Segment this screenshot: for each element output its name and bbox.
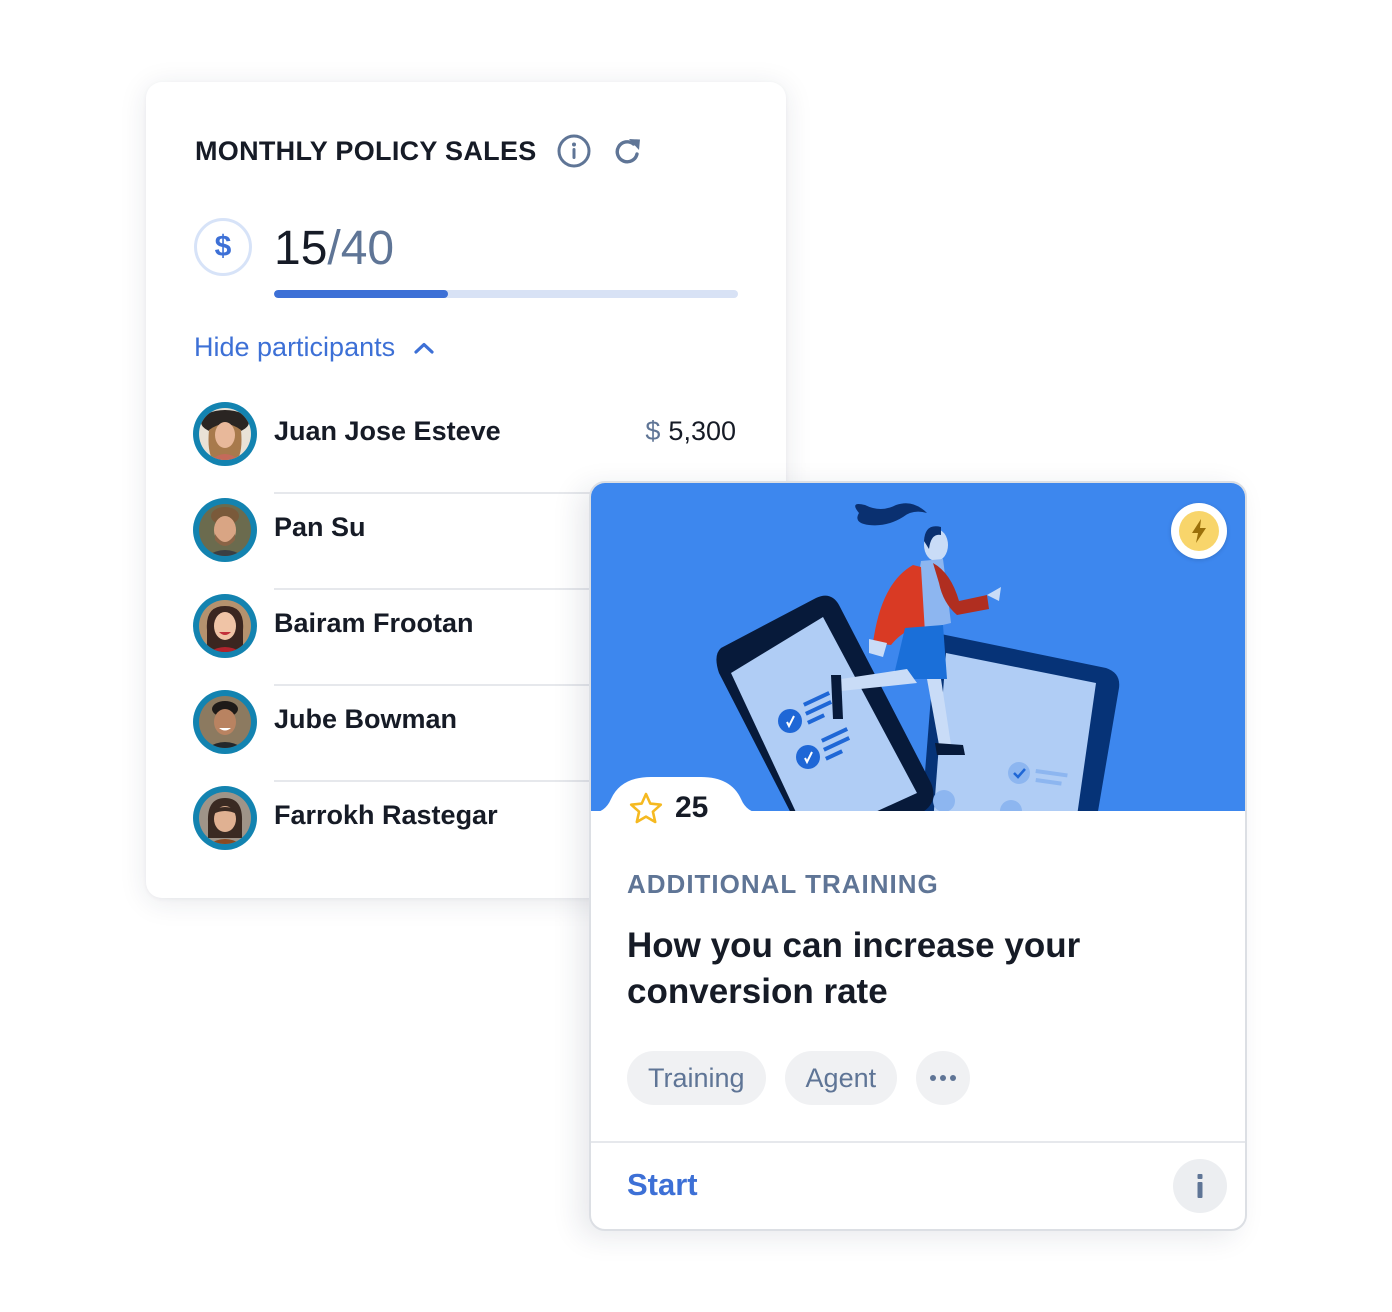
- progress-current: 15: [274, 222, 328, 275]
- progress-separator: /: [327, 222, 341, 275]
- tag-training[interactable]: Training: [627, 1051, 766, 1105]
- progress-bar: [274, 290, 738, 298]
- progress-bar-fill: [274, 290, 448, 298]
- info-icon: [1197, 1174, 1203, 1198]
- chevron-up-icon: [414, 342, 434, 354]
- participant-name: Farrokh Rastegar: [274, 800, 498, 830]
- avatar: [193, 498, 257, 562]
- participant-name: Bairam Frootan: [274, 608, 474, 638]
- dollar-symbol: $: [214, 230, 232, 263]
- training-headline: How you can increase your conversion rat…: [627, 926, 1081, 1011]
- info-circle-icon[interactable]: [557, 134, 591, 168]
- amount-currency: $: [645, 416, 661, 446]
- hero-illustration: [591, 483, 1245, 823]
- participant-amount: $5,300: [645, 416, 736, 447]
- avatar: [193, 594, 257, 658]
- hide-participants-toggle[interactable]: Hide participants: [194, 332, 435, 363]
- avatar: [193, 402, 257, 466]
- participant-name: Juan Jose Esteve: [274, 416, 501, 446]
- info-button[interactable]: [1173, 1159, 1227, 1213]
- tag-list: Training Agent: [627, 1051, 989, 1105]
- participant-row[interactable]: Juan Jose Esteve $5,300: [193, 398, 739, 494]
- avatar: [193, 786, 257, 850]
- star-icon: [629, 792, 663, 824]
- participant-name: Jube Bowman: [274, 704, 458, 734]
- points-value: 25: [675, 791, 709, 824]
- more-horizontal-icon: [930, 1075, 957, 1081]
- category-label: ADDITIONAL TRAINING: [627, 869, 939, 899]
- progress-value: 15/40: [274, 221, 394, 277]
- lightning-bolt-icon: [1179, 511, 1219, 551]
- training-card[interactable]: 25 ADDITIONAL TRAINING How you can incre…: [589, 481, 1247, 1231]
- avatar: [193, 690, 257, 754]
- running-woman-illustration: [716, 503, 1120, 811]
- start-button[interactable]: Start: [627, 1167, 698, 1203]
- more-tags-button[interactable]: [916, 1051, 971, 1105]
- progress-total: 40: [340, 222, 395, 275]
- points-display: 25: [629, 791, 708, 825]
- card-header: MONTHLY POLICY SALES: [195, 134, 643, 168]
- amount-value: 5,300: [668, 416, 736, 446]
- refresh-icon[interactable]: [613, 136, 643, 166]
- sales-progress: $ 15/40: [194, 218, 740, 298]
- lightning-badge: [1171, 503, 1227, 559]
- participant-name: Pan Su: [274, 512, 366, 542]
- footer-divider: [591, 1141, 1245, 1143]
- tag-agent[interactable]: Agent: [784, 1051, 898, 1105]
- toggle-label: Hide participants: [194, 332, 396, 362]
- dollar-icon: $: [194, 218, 252, 276]
- card-title: MONTHLY POLICY SALES: [195, 135, 537, 166]
